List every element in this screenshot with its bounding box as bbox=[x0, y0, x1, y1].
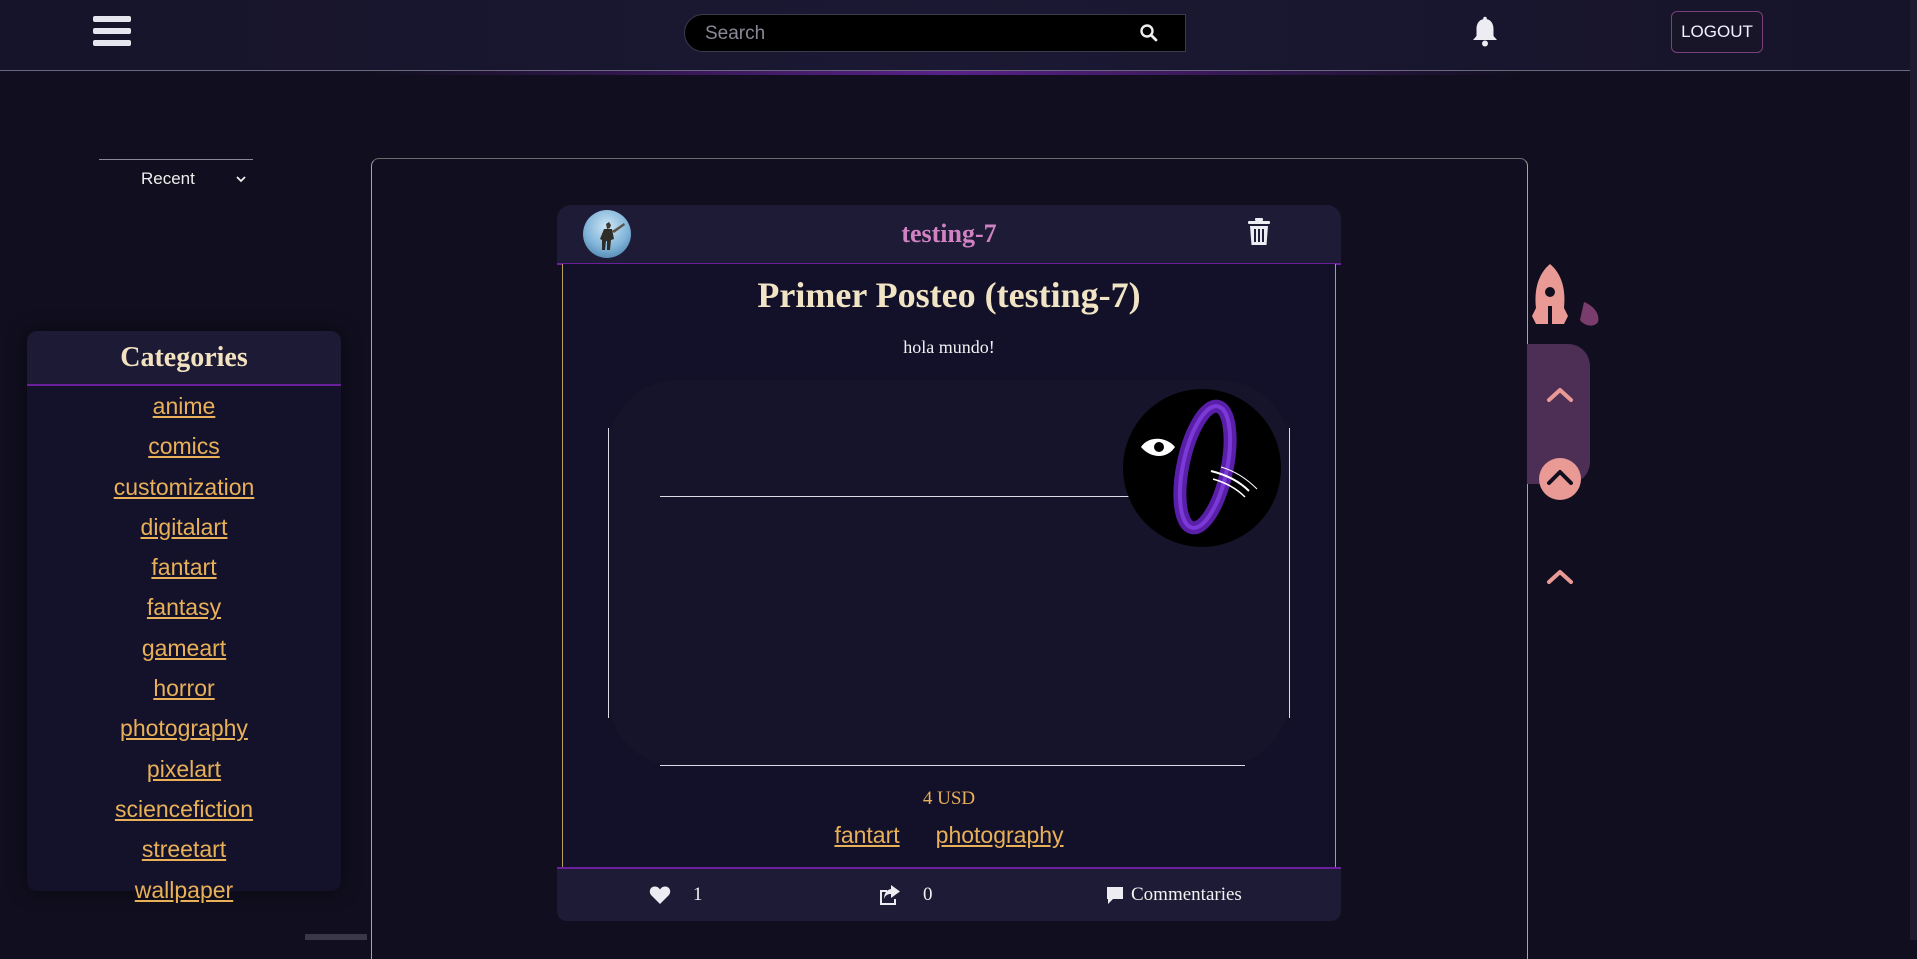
scroll-top-button[interactable] bbox=[1538, 457, 1582, 501]
post-footer: 1 0 Commentaries bbox=[557, 867, 1341, 921]
comments-action[interactable]: Commentaries bbox=[1105, 869, 1242, 921]
list-item: customization bbox=[27, 467, 341, 507]
media-border-bottom bbox=[660, 765, 1245, 766]
list-item: wallpaper bbox=[27, 870, 341, 910]
category-link-gameart[interactable]: gameart bbox=[142, 635, 226, 661]
category-link-wallpaper[interactable]: wallpaper bbox=[135, 877, 233, 903]
post-header: testing-7 bbox=[557, 205, 1341, 265]
category-link-sciencefiction[interactable]: sciencefiction bbox=[115, 796, 253, 822]
post-price: 4 USD bbox=[922, 788, 976, 809]
category-link-digitalart[interactable]: digitalart bbox=[141, 514, 228, 540]
categories-panel: Categories anime comics customization di… bbox=[27, 331, 341, 903]
list-item: sciencefiction bbox=[27, 789, 341, 829]
share-action[interactable]: 0 bbox=[877, 869, 933, 921]
post-body: Primer Posteo (testing-7) hola mundo! 4 … bbox=[562, 264, 1336, 868]
chevron-up-icon[interactable] bbox=[1545, 566, 1575, 586]
like-action[interactable]: 1 bbox=[649, 869, 703, 921]
comment-icon[interactable] bbox=[1105, 885, 1125, 905]
sort-selected-label: Recent bbox=[141, 169, 195, 188]
list-item: photography bbox=[27, 708, 341, 748]
list-item: fantasy bbox=[27, 587, 341, 627]
post-username[interactable]: testing-7 bbox=[557, 205, 1341, 263]
bell-icon[interactable] bbox=[1470, 16, 1500, 48]
category-link-streetart[interactable]: streetart bbox=[142, 836, 226, 862]
list-item: digitalart bbox=[27, 507, 341, 547]
list-item: fantart bbox=[27, 547, 341, 587]
trash-icon[interactable] bbox=[1247, 218, 1271, 246]
category-link-photography[interactable]: photography bbox=[120, 715, 248, 741]
like-count: 1 bbox=[693, 884, 703, 905]
search-input[interactable] bbox=[703, 15, 1127, 53]
sort-dropdown[interactable]: Recent bbox=[99, 159, 253, 198]
logout-button[interactable]: LOGOUT bbox=[1671, 11, 1763, 53]
category-link-fantart[interactable]: fantart bbox=[151, 554, 216, 580]
category-link-comics[interactable]: comics bbox=[148, 433, 220, 459]
list-item: pixelart bbox=[27, 749, 341, 789]
list-item: gameart bbox=[27, 628, 341, 668]
list-item: comics bbox=[27, 426, 341, 466]
search-bar bbox=[684, 14, 1186, 53]
category-link-horror[interactable]: horror bbox=[153, 675, 214, 701]
search-icon[interactable] bbox=[1139, 23, 1159, 43]
category-link-fantasy[interactable]: fantasy bbox=[147, 594, 221, 620]
post-tags: fantart photography bbox=[563, 822, 1335, 849]
post-image-logo bbox=[1123, 389, 1281, 547]
post-tag-link[interactable]: photography bbox=[936, 822, 1064, 848]
list-item: anime bbox=[27, 386, 341, 426]
share-count: 0 bbox=[923, 884, 933, 905]
categories-title: Categories bbox=[27, 331, 341, 386]
page-scrollbar[interactable] bbox=[1910, 0, 1917, 940]
comments-label: Commentaries bbox=[1131, 884, 1242, 905]
media-border-left bbox=[608, 428, 609, 718]
list-item: streetart bbox=[27, 829, 341, 869]
chevron-up-icon[interactable] bbox=[1545, 384, 1575, 404]
category-link-pixelart[interactable]: pixelart bbox=[147, 756, 221, 782]
heart-icon[interactable] bbox=[649, 885, 671, 905]
horizontal-scrollbar[interactable] bbox=[305, 934, 367, 940]
post-description: hola mundo! bbox=[903, 337, 995, 357]
category-link-customization[interactable]: customization bbox=[114, 474, 255, 500]
category-link-anime[interactable]: anime bbox=[153, 393, 216, 419]
chevron-down-icon bbox=[236, 176, 246, 183]
rocket-icon[interactable] bbox=[1524, 262, 1604, 352]
list-item: horror bbox=[27, 668, 341, 708]
navbar-glow bbox=[375, 71, 1520, 75]
media-border-right bbox=[1289, 428, 1290, 718]
post-title: Primer Posteo (testing-7) bbox=[757, 275, 1141, 315]
categories-list: anime comics customization digitalart fa… bbox=[27, 386, 341, 910]
menu-icon[interactable] bbox=[93, 16, 131, 52]
post-tag-link[interactable]: fantart bbox=[834, 822, 899, 848]
share-icon[interactable] bbox=[877, 884, 901, 906]
